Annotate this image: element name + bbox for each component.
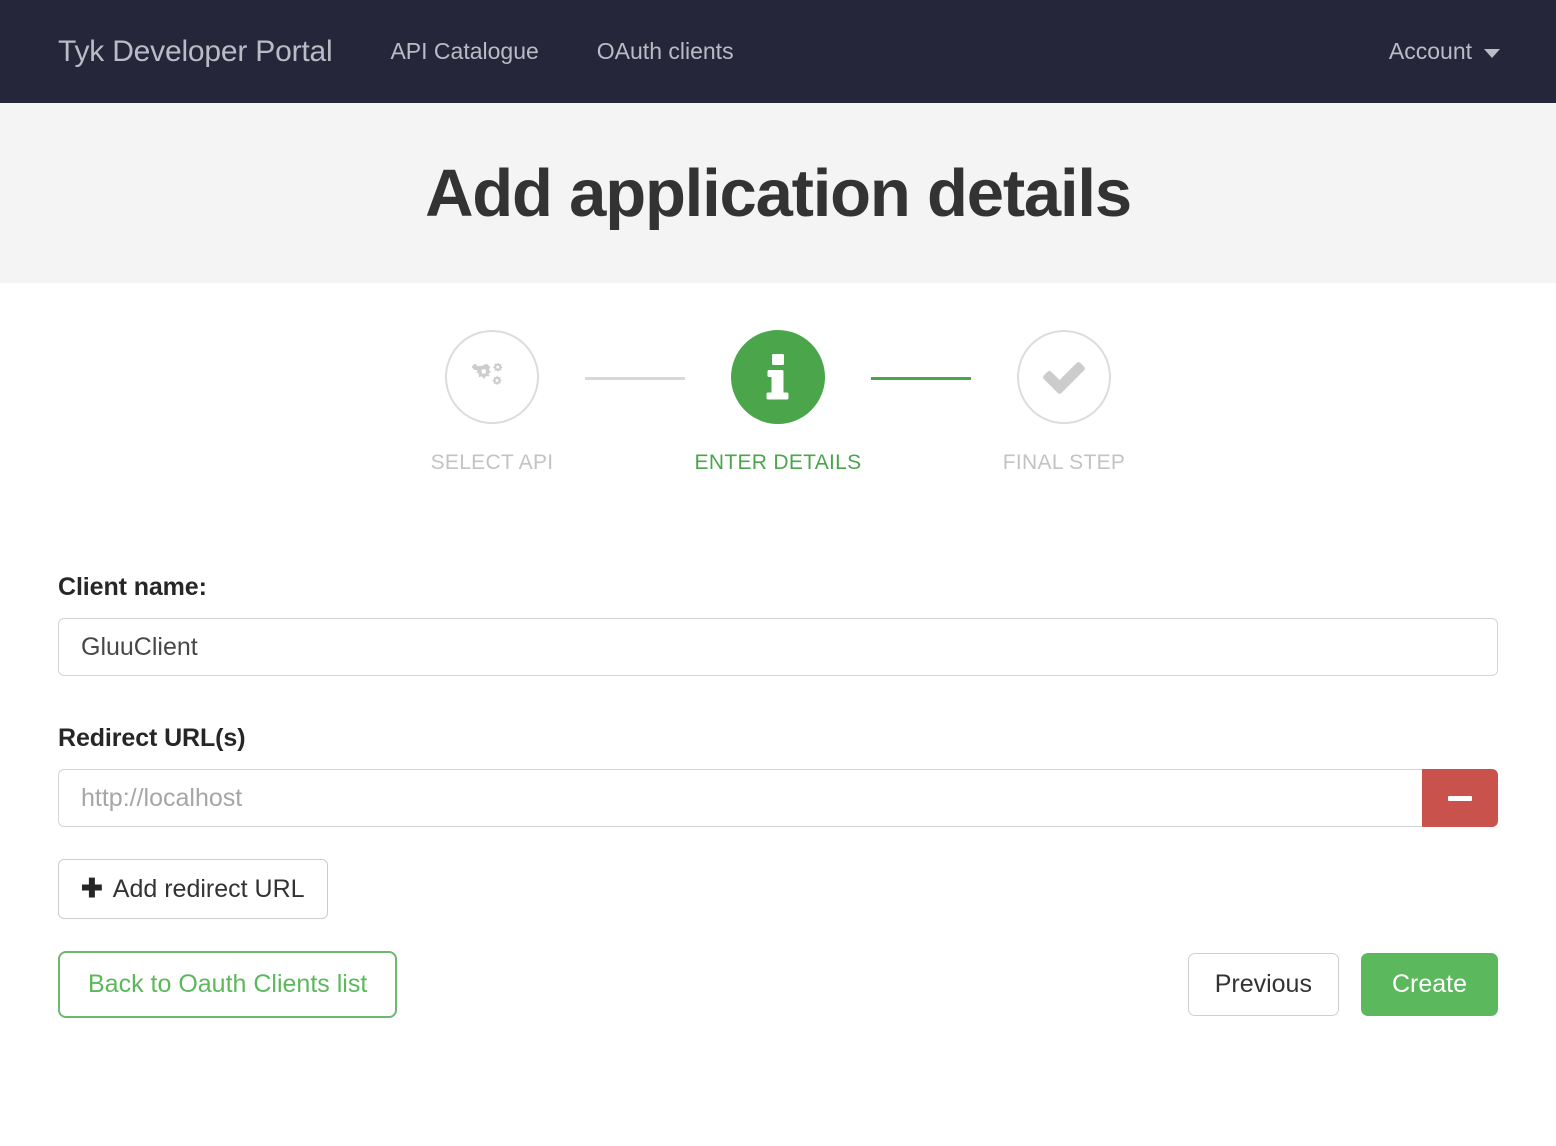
wizard-step-label-select-api: SELECT API [430, 451, 554, 474]
wizard-connector-2 [871, 377, 971, 380]
minus-icon [1448, 795, 1472, 801]
account-menu-label[interactable]: Account [1389, 38, 1472, 65]
add-redirect-url-wrapper: ✚ Add redirect URL [58, 859, 1498, 919]
redirect-url-row [58, 769, 1498, 827]
redirect-urls-label: Redirect URL(s) [58, 724, 246, 752]
client-name-label: Client name: [58, 573, 207, 601]
page-header: Add application details [0, 103, 1556, 283]
wizard-step-label-final-step: FINAL STEP [1002, 451, 1126, 474]
main-content: SELECT API ENTER DETAILS FINAL STEP Clie… [0, 283, 1556, 1018]
redirect-url-input[interactable] [58, 769, 1422, 827]
cogs-icon [472, 362, 503, 385]
top-navbar: Tyk Developer Portal API Catalogue OAuth… [0, 0, 1556, 103]
add-redirect-url-label: Add redirect URL [112, 874, 305, 903]
remove-redirect-url-button[interactable] [1422, 769, 1498, 827]
caret-down-icon [1484, 49, 1500, 58]
account-menu[interactable]: Account [1389, 38, 1500, 65]
wizard-step-select-api[interactable]: SELECT API [399, 330, 585, 475]
brand-logo[interactable]: Tyk Developer Portal [58, 35, 333, 69]
back-to-oauth-clients-button[interactable]: Back to Oauth Clients list [58, 951, 398, 1018]
form-actions: Back to Oauth Clients list Previous Crea… [58, 951, 1498, 1018]
plus-icon: ✚ [81, 873, 103, 903]
primary-nav: API Catalogue OAuth clients [390, 38, 733, 65]
info-icon [766, 354, 789, 400]
wizard-step-label-enter-details: ENTER DETAILS [694, 451, 862, 474]
form-actions-right: Previous Create [1187, 953, 1498, 1016]
step-circle-enter-details [731, 330, 825, 424]
add-redirect-url-button[interactable]: ✚ Add redirect URL [58, 859, 328, 919]
step-circle-final-step [1017, 330, 1111, 424]
wizard-step-enter-details[interactable]: ENTER DETAILS [685, 330, 871, 475]
client-name-input[interactable] [58, 618, 1498, 676]
create-button[interactable]: Create [1360, 953, 1498, 1016]
step-circle-select-api [445, 330, 539, 424]
redirect-urls-field-group: Redirect URL(s) ✚ Add redirect URL [58, 724, 1498, 919]
previous-button[interactable]: Previous [1187, 953, 1339, 1016]
nav-link-api-catalogue[interactable]: API Catalogue [390, 38, 538, 65]
check-icon [1043, 362, 1085, 394]
client-name-field-group: Client name: [58, 573, 1498, 676]
page-title: Add application details [425, 155, 1132, 231]
wizard-connector-1 [585, 377, 685, 380]
nav-link-oauth-clients[interactable]: OAuth clients [597, 38, 734, 65]
application-details-form: Client name: Redirect URL(s) ✚ Add redir… [0, 573, 1556, 1018]
wizard-stepper: SELECT API ENTER DETAILS FINAL STEP [0, 330, 1556, 475]
wizard-step-final-step[interactable]: FINAL STEP [971, 330, 1157, 475]
